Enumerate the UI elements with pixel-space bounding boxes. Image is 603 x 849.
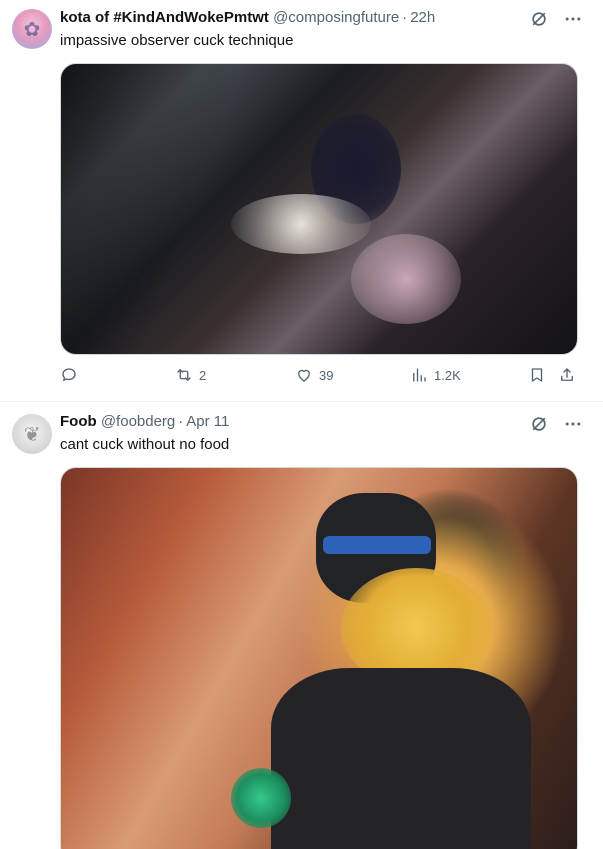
avatar-figure-icon: ❦ xyxy=(23,423,41,446)
display-name[interactable]: kota of #KindAndWokePmtwt xyxy=(60,9,269,26)
bookmark-button[interactable] xyxy=(528,366,546,384)
reply-button[interactable] xyxy=(60,366,84,384)
avatar[interactable]: ✿ xyxy=(12,9,52,49)
heart-icon xyxy=(298,369,310,382)
more-icon[interactable] xyxy=(563,9,583,29)
avatar-figure-icon: ✿ xyxy=(23,18,41,41)
share-button[interactable] xyxy=(558,366,576,384)
views-icon xyxy=(413,368,426,382)
share-icon xyxy=(561,368,573,381)
grok-icon[interactable] xyxy=(529,414,549,434)
like-button[interactable]: 39 xyxy=(295,366,333,384)
retweet-count: 2 xyxy=(199,367,207,383)
bookmark-icon xyxy=(531,368,543,382)
more-icon[interactable] xyxy=(563,414,583,434)
views-button[interactable]: 1.2K xyxy=(410,366,461,384)
separator: · xyxy=(402,9,408,26)
tweet[interactable]: ❦ Foob @foobderg · Apr 11 cant cuck withou… xyxy=(0,402,603,849)
view-count: 1.2K xyxy=(434,367,461,383)
avatar[interactable]: ❦ xyxy=(12,414,52,454)
retweet-icon xyxy=(177,369,191,381)
tweet-actions: 2 39 1.2K xyxy=(60,366,580,388)
reply-icon xyxy=(62,368,76,381)
tweet-header: Foob @foobderg · Apr 11 xyxy=(60,412,543,432)
handle[interactable]: @foobderg xyxy=(101,413,175,430)
tweet-media-image[interactable] xyxy=(60,63,578,355)
timestamp[interactable]: 22h xyxy=(410,9,435,26)
tweet-header: kota of #KindAndWokePmtwt @composingfutu… xyxy=(60,8,543,28)
timestamp[interactable]: Apr 11 xyxy=(186,413,229,430)
separator: · xyxy=(178,413,184,430)
tweet-media-image[interactable] xyxy=(60,467,578,849)
tweet[interactable]: ✿ kota of #KindAndWokePmtwt @composingfu… xyxy=(0,0,603,402)
tweet-text: impassive observer cuck technique xyxy=(60,32,294,49)
grok-icon[interactable] xyxy=(529,9,549,29)
tweet-top-actions xyxy=(529,9,583,29)
handle[interactable]: @composingfuture xyxy=(273,9,399,26)
tweet-top-actions xyxy=(529,414,583,434)
tweet-text: cant cuck without no food xyxy=(60,436,230,453)
retweet-button[interactable]: 2 xyxy=(175,366,206,384)
display-name[interactable]: Foob xyxy=(60,413,97,430)
like-count: 39 xyxy=(319,367,334,383)
